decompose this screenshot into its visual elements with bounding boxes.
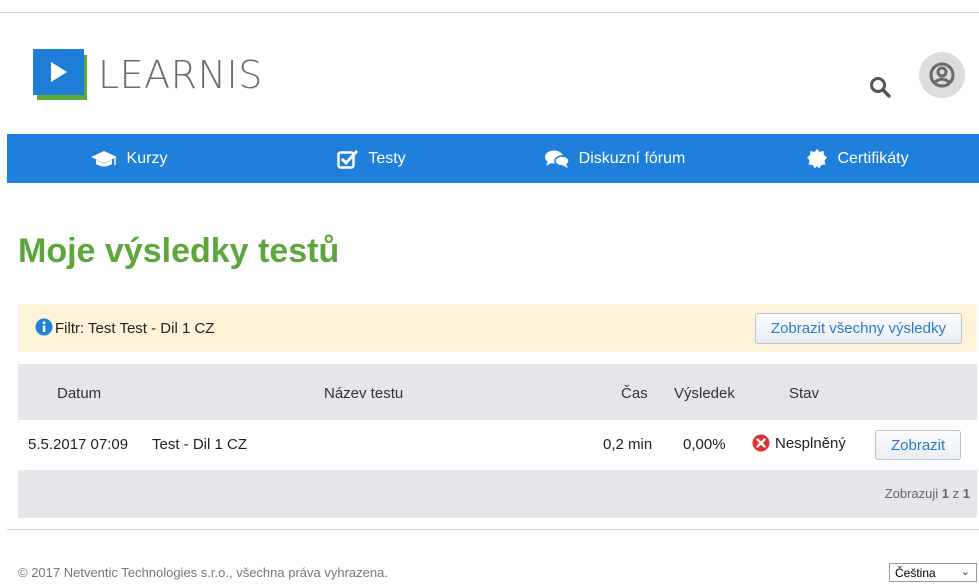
- search-icon[interactable]: [869, 76, 895, 102]
- column-header-time[interactable]: Čas: [621, 385, 648, 402]
- nav-item-testy[interactable]: Testy: [250, 134, 493, 183]
- pager-sep: z: [952, 486, 960, 501]
- status-badge: Nesplněný: [752, 434, 846, 452]
- footer-divider: [7, 529, 979, 530]
- cell-result: 0,00%: [683, 436, 726, 453]
- cell-date: 5.5.2017 07:09: [28, 436, 129, 453]
- table-footer: Zobrazuji 1 z 1: [18, 470, 977, 518]
- table-header: Datum Název testu Čas Výsledek Stav: [18, 364, 977, 420]
- language-select[interactable]: Čeština ⌄: [889, 563, 977, 582]
- logo-text: LEARNIS: [98, 53, 263, 97]
- page-title: Moje výsledky testů: [18, 232, 340, 270]
- chevron-down-icon: ⌄: [960, 566, 970, 578]
- certificate-icon: [807, 148, 828, 168]
- main-nav: Kurzy Testy Diskuzní fórum Certifikáty: [7, 134, 979, 183]
- pagination-info: Zobrazuji 1 z 1: [885, 486, 970, 501]
- column-header-status[interactable]: Stav: [789, 385, 819, 402]
- chat-bubbles-icon: [544, 150, 570, 168]
- status-label: Nesplněný: [775, 434, 846, 452]
- nav-item-label: Testy: [368, 149, 406, 167]
- nav-item-forum[interactable]: Diskuzní fórum: [493, 134, 736, 183]
- language-select-value: Čeština: [895, 565, 936, 580]
- graduation-cap-icon: [90, 150, 117, 166]
- user-icon: [929, 62, 955, 88]
- header: LEARNIS: [0, 13, 979, 134]
- copyright-text: © 2017 Netventic Technologies s.r.o., vš…: [18, 565, 388, 580]
- column-header-name[interactable]: Název testu: [324, 385, 403, 402]
- pager-prefix: Zobrazuji: [884, 486, 939, 501]
- user-avatar-button[interactable]: [919, 52, 965, 98]
- pager-current: 1: [941, 486, 950, 501]
- nav-item-label: Diskuzní fórum: [578, 149, 686, 167]
- filter-bar: Filtr: Test Test - Dil 1 CZ Zobrazit vše…: [18, 304, 977, 352]
- filter-label: Filtr: Test Test - Dil 1 CZ: [55, 320, 215, 337]
- fail-icon: [752, 434, 770, 452]
- column-header-result[interactable]: Výsledek: [674, 385, 735, 402]
- info-icon: [35, 318, 53, 336]
- column-header-date[interactable]: Datum: [57, 385, 101, 402]
- pager-total: 1: [962, 486, 970, 501]
- logo[interactable]: LEARNIS: [33, 49, 263, 101]
- cell-test-name: Test - Dil 1 CZ: [152, 436, 248, 453]
- nav-item-label: Kurzy: [126, 149, 168, 167]
- logo-icon: [33, 49, 89, 101]
- table-row: 5.5.2017 07:09 Test - Dil 1 CZ 0,2 min 0…: [18, 420, 977, 470]
- nav-item-kurzy[interactable]: Kurzy: [7, 134, 250, 183]
- checkbox-icon: [337, 149, 359, 169]
- nav-item-certifikaty[interactable]: Certifikáty: [736, 134, 979, 183]
- view-result-button[interactable]: Zobrazit: [875, 430, 962, 460]
- show-all-results-button[interactable]: Zobrazit všechny výsledky: [754, 313, 962, 344]
- results-table: Datum Název testu Čas Výsledek Stav 5.5.…: [18, 364, 977, 518]
- cell-time: 0,2 min: [603, 436, 653, 453]
- nav-item-label: Certifikáty: [837, 149, 909, 167]
